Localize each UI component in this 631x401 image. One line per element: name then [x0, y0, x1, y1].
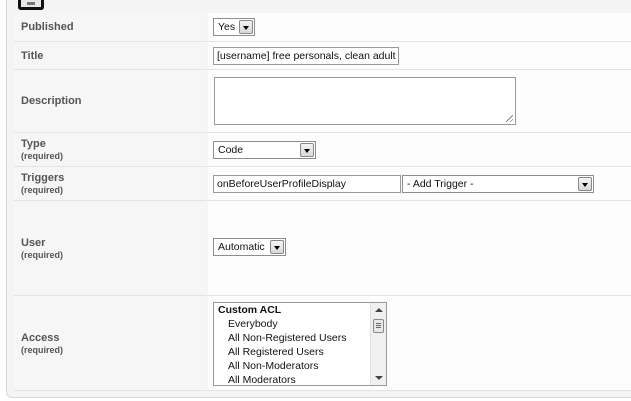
title-row: Title [username] free personals, clean a…: [14, 42, 631, 70]
published-value-cell: Yes: [208, 13, 631, 42]
access-option[interactable]: All Registered Users: [214, 345, 386, 359]
title-label-cell: Title: [14, 42, 207, 70]
description-label: Description: [21, 95, 82, 107]
published-row: Published Yes: [14, 13, 631, 42]
user-select-value: Automatic: [218, 241, 265, 253]
triggers-value-cell: onBeforeUserProfileDisplay - Add Trigger…: [208, 167, 631, 201]
user-required-note: (required): [21, 249, 64, 260]
resize-grip-icon[interactable]: [506, 115, 513, 122]
description-textarea[interactable]: [214, 77, 516, 125]
chevron-down-icon[interactable]: [270, 240, 284, 254]
type-value-cell: Code: [208, 133, 631, 167]
access-option[interactable]: All Non-Moderators: [214, 359, 386, 373]
title-input[interactable]: [username] free personals, clean adult s: [213, 47, 399, 65]
chevron-down-icon[interactable]: [300, 143, 314, 157]
access-required-note: (required): [21, 344, 64, 355]
chevron-down-icon[interactable]: [239, 20, 253, 34]
published-select-value: Yes: [218, 21, 236, 33]
type-label: Type: [21, 138, 46, 150]
add-trigger-select-value: - Add Trigger -: [407, 178, 474, 190]
access-listbox[interactable]: Custom ACL Everybody All Non-Registered …: [213, 302, 387, 386]
add-trigger-select[interactable]: - Add Trigger -: [402, 175, 594, 193]
type-required-note: (required): [21, 151, 64, 161]
access-scrollbar[interactable]: [370, 303, 386, 385]
user-label: User: [21, 236, 46, 249]
title-input-value: [username] free personals, clean adult s: [217, 50, 399, 62]
user-select[interactable]: Automatic: [213, 238, 286, 256]
access-value-cell: Custom ACL Everybody All Non-Registered …: [208, 296, 631, 391]
type-row: Type (required) Code: [14, 133, 631, 167]
type-select[interactable]: Code: [213, 141, 316, 159]
access-option[interactable]: Everybody: [214, 317, 386, 331]
published-label: Published: [21, 21, 74, 33]
published-select[interactable]: Yes: [213, 18, 255, 36]
access-option[interactable]: All Non-Registered Users: [214, 331, 386, 345]
edit-icon: [18, 0, 44, 10]
access-option[interactable]: All Moderators: [214, 373, 386, 385]
description-value-cell: [208, 70, 631, 133]
access-label: Access: [21, 331, 60, 344]
access-group-header: Custom ACL: [218, 304, 282, 316]
triggers-required-note: (required): [21, 185, 64, 195]
scroll-thumb[interactable]: [373, 319, 384, 333]
triggers-label-cell: Triggers (required): [14, 167, 207, 201]
user-label-cell: User (required): [14, 201, 207, 296]
trigger-input[interactable]: onBeforeUserProfileDisplay: [213, 175, 401, 193]
type-label-cell: Type (required): [14, 133, 207, 167]
triggers-label: Triggers: [21, 172, 65, 184]
title-label: Title: [21, 49, 44, 62]
description-row: Description: [14, 70, 631, 133]
description-label-cell: Description: [14, 70, 207, 133]
trigger-input-value: onBeforeUserProfileDisplay: [217, 178, 346, 190]
user-value-cell: Automatic: [208, 201, 631, 296]
triggers-row: Triggers (required) onBeforeUserProfileD…: [14, 167, 631, 201]
chevron-down-icon[interactable]: [578, 177, 592, 191]
title-value-cell: [username] free personals, clean adult s: [208, 42, 631, 70]
access-label-cell: Access (required): [14, 296, 207, 391]
scroll-up-icon[interactable]: [375, 308, 383, 312]
type-select-value: Code: [218, 144, 244, 156]
user-row: User (required) Automatic: [14, 201, 631, 296]
scroll-down-icon[interactable]: [375, 376, 383, 380]
published-label-cell: Published: [14, 13, 207, 42]
access-row: Access (required) Custom ACL Everybody A…: [14, 296, 631, 391]
